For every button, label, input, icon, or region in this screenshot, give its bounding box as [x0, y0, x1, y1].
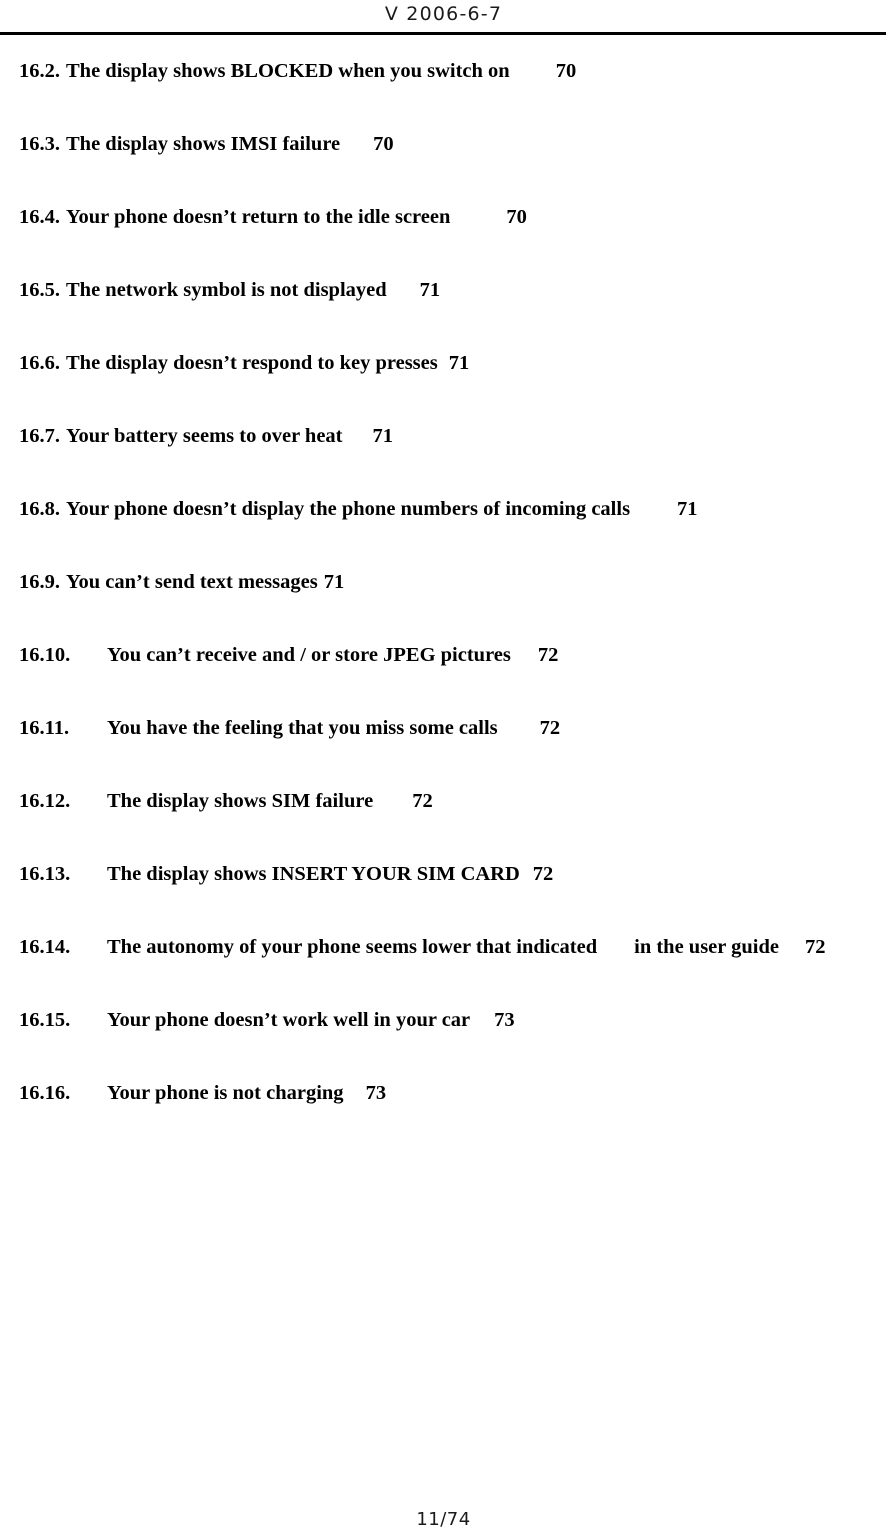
- toc-entry-title: You have the feeling that you miss some …: [107, 717, 498, 739]
- table-of-contents: 16.2. The display shows BLOCKED when you …: [0, 56, 887, 1151]
- toc-entry-number: 16.16.: [19, 1082, 71, 1104]
- toc-entry-page-number: 72: [804, 936, 826, 958]
- document-page: V 2006-6-7 16.2. The display shows BLOCKE…: [0, 0, 887, 1540]
- toc-entry-page-number: 71: [419, 279, 441, 301]
- toc-entry[interactable]: 16.12. The display shows SIM failure 72: [0, 786, 887, 859]
- toc-entry[interactable]: 16.11. You have the feeling that you miss…: [0, 713, 887, 786]
- toc-entry-title: Your phone doesn’t return to the idle sc…: [66, 206, 451, 228]
- toc-entry-number: 16.8.: [19, 498, 60, 520]
- toc-entry-title: Your phone doesn’t display the phone num…: [66, 498, 631, 520]
- toc-entry[interactable]: 16.16. Your phone is not charging 73: [0, 1078, 887, 1151]
- toc-entry-page-number: 70: [555, 60, 577, 82]
- toc-entry[interactable]: 16.2. The display shows BLOCKED when you …: [0, 56, 887, 129]
- toc-entry-page-number: 73: [365, 1082, 387, 1104]
- toc-entry-title: Your phone is not charging: [107, 1082, 344, 1104]
- toc-entry-number: 16.12.: [19, 790, 71, 812]
- toc-entry-page-number: 72: [412, 790, 433, 812]
- toc-entry[interactable]: 16.6. The display doesn’t respond to key …: [0, 348, 887, 421]
- toc-entry[interactable]: 16.14. The autonomy of your phone seems l…: [0, 932, 887, 1005]
- toc-entry[interactable]: 16.10. You can’t receive and / or store J…: [0, 640, 887, 713]
- toc-entry-number: 16.13.: [19, 863, 71, 885]
- toc-entry-title: The display doesn’t respond to key press…: [66, 352, 438, 374]
- toc-entry[interactable]: 16.7. Your battery seems to over heat 71: [0, 421, 887, 494]
- toc-entry-number: 16.5.: [19, 279, 60, 301]
- toc-entry-title: The display shows IMSI failure: [66, 133, 341, 155]
- toc-entry[interactable]: 16.5. The network symbol is not displayed…: [0, 275, 887, 348]
- toc-entry-page-number: 72: [539, 717, 561, 739]
- document-version-text: V 2006-6-7: [384, 3, 503, 25]
- toc-entry-title: The display shows INSERT YOUR SIM CARD: [107, 863, 520, 885]
- toc-entry-page-number: 73: [494, 1009, 515, 1031]
- toc-entry-number: 16.2.: [19, 60, 60, 82]
- toc-entry[interactable]: 16.4. Your phone doesn’t return to the id…: [0, 202, 887, 275]
- toc-entry-number: 16.11.: [19, 717, 70, 739]
- toc-entry-page-number: 72: [537, 644, 559, 666]
- toc-entry-page-number: 71: [677, 498, 698, 520]
- header-divider-rule: [0, 32, 886, 35]
- toc-entry-number: 16.10.: [19, 644, 71, 666]
- toc-entry-title: You can’t receive and / or store JPEG pi…: [107, 644, 511, 666]
- toc-entry-number: 16.14.: [19, 936, 71, 958]
- toc-entry-title: The display shows BLOCKED when you switc…: [66, 60, 510, 82]
- toc-entry-title: Your phone doesn’t work well in your car: [107, 1009, 471, 1031]
- toc-entry[interactable]: 16.15. Your phone doesn’t work well in yo…: [0, 1005, 887, 1078]
- page-header: V 2006-6-7: [0, 0, 887, 36]
- toc-entry-page-number: 70: [506, 206, 527, 228]
- toc-entry-number: 16.4.: [19, 206, 60, 228]
- page-number-footer: 11/74: [416, 1509, 471, 1530]
- toc-entry-title: The network symbol is not displayed: [66, 279, 387, 301]
- toc-entry-number: 16.7.: [19, 425, 60, 447]
- toc-entry[interactable]: 16.8. Your phone doesn’t display the phon…: [0, 494, 887, 567]
- toc-entry-title-continuation: in the user guide: [634, 936, 779, 958]
- toc-entry-page-number: 71: [372, 425, 394, 447]
- toc-entry-page-number: 70: [373, 133, 394, 155]
- toc-entry-title: Your battery seems to over heat: [66, 425, 343, 447]
- toc-entry-title: The autonomy of your phone seems lower t…: [107, 936, 598, 958]
- toc-entry-page-number: 71: [323, 571, 345, 593]
- toc-entry-title: The display shows SIM failure: [107, 790, 374, 812]
- toc-entry-number: 16.9.: [19, 571, 60, 593]
- toc-entry[interactable]: 16.13. The display shows INSERT YOUR SIM …: [0, 859, 887, 932]
- toc-entry[interactable]: 16.9. You can’t send text messages 71: [0, 567, 887, 640]
- toc-entry-number: 16.3.: [19, 133, 60, 155]
- toc-entry-page-number: 72: [532, 863, 554, 885]
- toc-entry-title: You can’t send text messages: [66, 571, 318, 593]
- toc-entry-number: 16.15.: [19, 1009, 71, 1031]
- toc-entry[interactable]: 16.3. The display shows IMSI failure 70: [0, 129, 887, 202]
- toc-entry-page-number: 71: [448, 352, 470, 374]
- toc-entry-number: 16.6.: [19, 352, 60, 374]
